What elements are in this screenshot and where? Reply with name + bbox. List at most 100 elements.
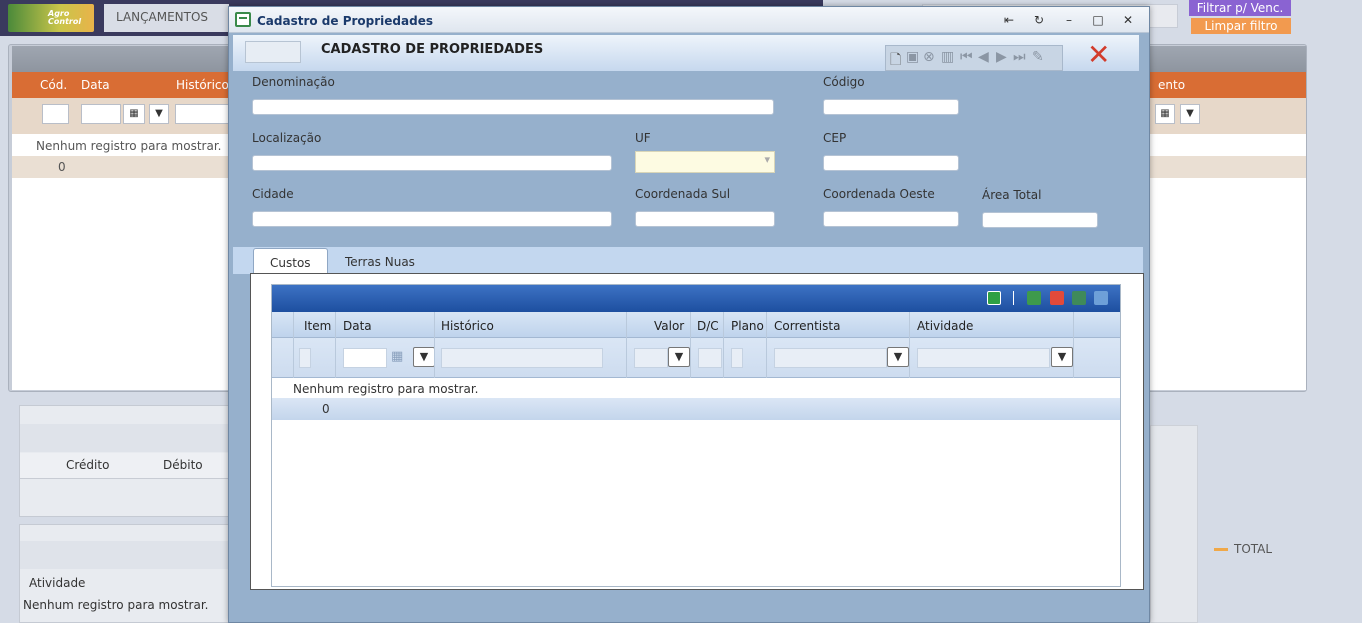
grid-empty-message: Nenhum registro para mostrar. bbox=[293, 382, 479, 396]
refresh-icon[interactable]: ↻ bbox=[1031, 12, 1047, 28]
pdf-icon[interactable] bbox=[1050, 291, 1064, 305]
bg-empty-message: Nenhum registro para mostrar. bbox=[36, 139, 222, 153]
dialog-title: Cadastro de Propriedades bbox=[257, 14, 433, 28]
next-record-icon[interactable]: ▶ bbox=[996, 49, 1007, 65]
filter-icon[interactable]: ▼ bbox=[668, 347, 690, 367]
bg-col-historico: Histórico bbox=[176, 78, 229, 92]
col-valor[interactable]: Valor bbox=[654, 319, 684, 333]
filter-atividade[interactable] bbox=[917, 348, 1050, 368]
chart-legend: TOTAL bbox=[1214, 542, 1272, 556]
label-uf: UF bbox=[635, 131, 651, 145]
filter-dc[interactable] bbox=[698, 348, 722, 368]
last-record-icon[interactable]: ⏭ bbox=[1013, 49, 1026, 65]
chart-icon[interactable] bbox=[1094, 291, 1108, 305]
col-item[interactable]: Item bbox=[304, 319, 331, 333]
bg-col-credito: Crédito bbox=[66, 458, 110, 472]
calendar-icon[interactable]: ▦ bbox=[391, 349, 403, 364]
filter-plano[interactable] bbox=[731, 348, 743, 368]
filter-item[interactable] bbox=[299, 348, 311, 368]
coord-oeste-input[interactable] bbox=[823, 211, 959, 227]
filter-icon[interactable]: ▼ bbox=[887, 347, 909, 367]
legend-total: TOTAL bbox=[1234, 542, 1273, 556]
cancel-icon[interactable]: ⊗ bbox=[923, 49, 935, 65]
col-atividade[interactable]: Atividade bbox=[917, 319, 973, 333]
background-activity-panel: Atividade Nenhum registro para mostrar. bbox=[19, 524, 229, 623]
calendar-icon[interactable]: ▦ bbox=[123, 104, 145, 124]
cidade-input[interactable] bbox=[252, 211, 612, 227]
column-divider bbox=[626, 312, 627, 378]
column-divider bbox=[1073, 312, 1074, 378]
clear-filter-button[interactable]: Limpar filtro bbox=[1191, 18, 1291, 34]
area-total-input[interactable] bbox=[982, 212, 1098, 228]
bg-filter-data[interactable] bbox=[81, 104, 121, 124]
uf-select[interactable] bbox=[635, 151, 775, 173]
filter-due-button[interactable]: Filtrar p/ Venc. bbox=[1189, 0, 1291, 16]
tab-lancamentos[interactable]: LANÇAMENTOS bbox=[104, 4, 229, 32]
grid-toolbar bbox=[272, 285, 1120, 312]
edit-icon[interactable]: ✎ bbox=[1032, 49, 1044, 65]
label-area-total: Área Total bbox=[982, 188, 1042, 202]
bg-filter-cod[interactable] bbox=[42, 104, 69, 124]
dialog-titlebar[interactable]: Cadastro de Propriedades ⇤ ↻ – □ ✕ bbox=[229, 7, 1149, 33]
tab-terras-nuas[interactable]: Terras Nuas bbox=[329, 248, 431, 274]
new-icon[interactable]: 🗋 bbox=[890, 49, 901, 73]
save-icon[interactable]: ▣ bbox=[906, 49, 919, 65]
cep-input[interactable] bbox=[823, 155, 959, 171]
delete-icon[interactable]: ▥ bbox=[941, 49, 954, 65]
col-data[interactable]: Data bbox=[343, 319, 372, 333]
label-denominacao: Denominação bbox=[252, 75, 335, 89]
bg-col-atividade: Atividade bbox=[29, 576, 86, 590]
calendar-icon[interactable]: ▦ bbox=[1155, 104, 1175, 124]
filter-icon[interactable]: ▼ bbox=[413, 347, 435, 367]
filter-correntista[interactable] bbox=[774, 348, 887, 368]
coord-sul-input[interactable] bbox=[635, 211, 775, 227]
column-divider bbox=[690, 312, 691, 378]
bg-col-cod: Cód. bbox=[40, 78, 68, 92]
maximize-icon[interactable]: □ bbox=[1090, 12, 1106, 28]
col-dc[interactable]: D/C bbox=[697, 319, 719, 333]
grid-record-count: 0 bbox=[322, 402, 330, 416]
label-coord-oeste: Coordenada Oeste bbox=[823, 187, 935, 201]
label-cidade: Cidade bbox=[252, 187, 294, 201]
app-logo: Agro Control bbox=[8, 4, 94, 32]
first-record-icon[interactable]: ⏮ bbox=[960, 49, 973, 65]
filter-data[interactable] bbox=[343, 348, 387, 368]
excel-icon[interactable] bbox=[1027, 291, 1041, 305]
tab-custos[interactable]: Custos bbox=[253, 248, 328, 274]
refresh-icon[interactable] bbox=[987, 291, 1001, 305]
denominacao-input[interactable] bbox=[252, 99, 774, 115]
label-localizacao: Localização bbox=[252, 131, 322, 145]
filter-icon[interactable]: ▼ bbox=[1180, 104, 1200, 124]
minimize-icon[interactable]: – bbox=[1061, 12, 1077, 28]
column-divider bbox=[909, 312, 910, 378]
filter-historico[interactable] bbox=[441, 348, 603, 368]
bg-col-right: ento bbox=[1158, 78, 1186, 92]
previous-record-icon[interactable]: ◀ bbox=[978, 49, 989, 65]
column-divider bbox=[335, 312, 336, 378]
bg-filter-historico[interactable] bbox=[175, 104, 230, 124]
filter-icon[interactable]: ▼ bbox=[1051, 347, 1073, 367]
filter-valor[interactable] bbox=[634, 348, 668, 368]
label-coord-sul: Coordenada Sul bbox=[635, 187, 731, 201]
col-plano[interactable]: Plano bbox=[731, 319, 764, 333]
bg-col-data: Data bbox=[81, 78, 110, 92]
col-historico[interactable]: Histórico bbox=[441, 319, 494, 333]
grid-header: Item Data Histórico Valor D/C Plano Corr… bbox=[272, 312, 1120, 338]
codigo-input[interactable] bbox=[823, 99, 959, 115]
label-cep: CEP bbox=[823, 131, 847, 145]
close-icon[interactable]: ✕ bbox=[1120, 12, 1136, 28]
cadastro-dialog: Cadastro de Propriedades ⇤ ↻ – □ ✕ CADAS… bbox=[228, 6, 1150, 623]
pin-icon[interactable]: ⇤ bbox=[1001, 12, 1017, 28]
toolbar-divider bbox=[1013, 291, 1014, 305]
column-divider bbox=[434, 312, 435, 378]
csv-icon[interactable] bbox=[1072, 291, 1086, 305]
tab-lancamentos-label: LANÇAMENTOS bbox=[116, 10, 209, 24]
column-divider bbox=[293, 312, 294, 378]
close-form-icon[interactable]: ✕ bbox=[1087, 41, 1110, 69]
localizacao-input[interactable] bbox=[252, 155, 612, 171]
filter-icon[interactable]: ▼ bbox=[149, 104, 169, 124]
grid-footer: 0 bbox=[272, 398, 1120, 420]
header-image bbox=[245, 41, 301, 63]
col-correntista[interactable]: Correntista bbox=[774, 319, 840, 333]
bg-sub2-empty: Nenhum registro para mostrar. bbox=[23, 598, 209, 612]
